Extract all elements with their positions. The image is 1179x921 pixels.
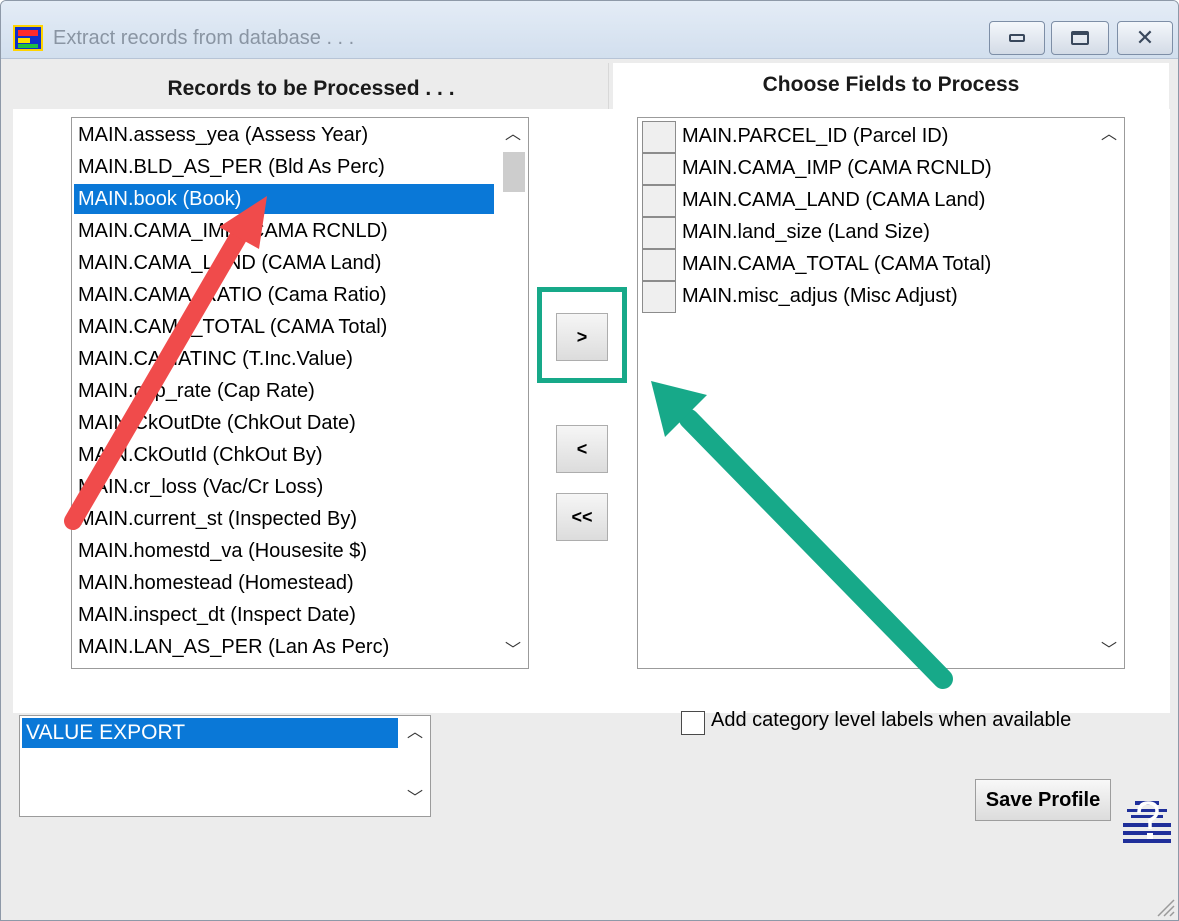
extract-records-window: Extract records from database . . . ✕ Re…	[0, 0, 1179, 921]
red-annotation-arrow	[64, 196, 267, 530]
green-annotation-arrow	[651, 381, 953, 689]
annotation-overlay	[64, 196, 953, 689]
